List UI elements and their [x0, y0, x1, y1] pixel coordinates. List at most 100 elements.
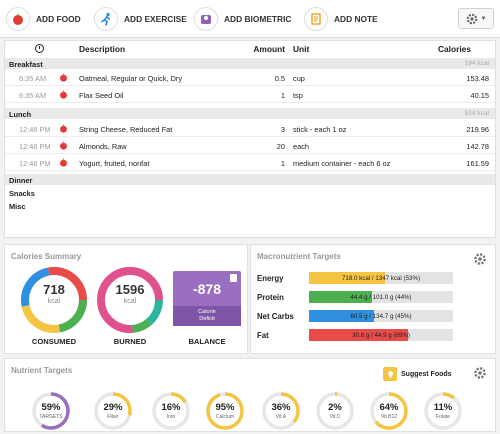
- add-food-label: ADD FOOD: [36, 14, 81, 24]
- apple-icon: [59, 158, 68, 169]
- nutrient-targets-panel: Nutrient Targets Suggest Foods 59% TARGET…: [4, 358, 496, 432]
- chevron-down-icon: ▼: [480, 15, 487, 22]
- macro-name: Net Carbs: [257, 312, 294, 321]
- table-row[interactable]: 12:46 PM Almonds, Raw 20 each 142.78: [5, 138, 495, 154]
- apple-icon: [59, 124, 68, 135]
- food-diary-table: Description Amount Unit Calories Breakfa…: [4, 40, 496, 238]
- nutrient-value: 16%: [161, 402, 181, 413]
- row-amount: 0.5: [274, 74, 285, 83]
- panel-title: Nutrient Targets: [11, 366, 73, 375]
- balance-sub-line-2: Deficit: [199, 316, 215, 322]
- nutrient-ring[interactable]: 2% Vit.C: [315, 391, 355, 431]
- note-icon: [304, 7, 328, 31]
- balance-sub-line-1: Calorie: [198, 309, 216, 315]
- macro-value: 718.0 kcal / 1347 kcal (53%): [341, 274, 421, 282]
- nutrient-label: Iron: [166, 414, 176, 420]
- header-amount: Amount: [253, 44, 285, 54]
- row-time: 6:35 AM: [19, 74, 47, 83]
- table-row[interactable]: 12:46 PM String Cheese, Reduced Fat 3 st…: [5, 121, 495, 137]
- macro-row-net-carbs: Net Carbs 60.5 g / 134.7 g (45%): [257, 310, 491, 323]
- consumed-ring: 718 kcal: [19, 265, 89, 335]
- meal-label: Misc: [9, 201, 26, 211]
- meal-label: Snacks: [9, 188, 35, 198]
- consumed-value: 718: [43, 282, 65, 297]
- nutrient-label: TARGETS: [39, 414, 63, 420]
- row-calories: 219.96: [466, 125, 489, 134]
- add-food-button[interactable]: ADD FOOD: [6, 6, 81, 32]
- macro-value: 60.5 g / 134.7 g (45%): [350, 312, 412, 320]
- apple-icon: [6, 7, 30, 31]
- nutrient-ring[interactable]: 16% Iron: [151, 391, 191, 431]
- suggest-foods-label: Suggest Foods: [401, 370, 452, 378]
- meal-misc[interactable]: Misc: [5, 200, 495, 211]
- nutrient-value: 2%: [328, 402, 342, 413]
- nutrient-ring[interactable]: 64% Vit.B12: [369, 391, 409, 431]
- nutrient-ring[interactable]: 59% TARGETS: [31, 391, 71, 431]
- apple-icon: [59, 141, 68, 152]
- burned-label: BURNED: [113, 337, 147, 346]
- row-unit: each: [293, 142, 310, 151]
- row-description: Flax Seed Oil: [79, 91, 124, 100]
- row-time: 12:46 PM: [19, 125, 51, 134]
- macro-name: Energy: [257, 274, 284, 283]
- row-unit: tsp: [293, 91, 303, 100]
- gear-icon[interactable]: [473, 366, 487, 380]
- macro-row-energy: Energy 718.0 kcal / 1347 kcal (53%): [257, 272, 491, 285]
- suggest-foods-button[interactable]: Suggest Foods: [383, 367, 452, 381]
- meal-dinner[interactable]: Dinner: [5, 174, 495, 185]
- macro-value: 30.8 g / 44.9 g (69%): [352, 331, 410, 339]
- lightbulb-icon: [383, 367, 397, 381]
- nutrient-ring[interactable]: 29% Fiber: [93, 391, 133, 431]
- nutrient-value: 36%: [271, 402, 291, 413]
- row-time: 6:35 AM: [19, 91, 47, 100]
- nutrient-value: 95%: [215, 402, 235, 413]
- meal-kcal: 194 kcal: [464, 60, 489, 67]
- table-row[interactable]: 12:46 PM Yogurt, fruited, nonfat 1 mediu…: [5, 155, 495, 171]
- calories-summary-panel: Calories Summary 718 kcal CONSUMED 1596 …: [4, 244, 248, 354]
- meal-snacks[interactable]: Snacks: [5, 187, 495, 198]
- macro-row-protein: Protein 44.4 g / 101.0 g (44%): [257, 291, 491, 304]
- table-row[interactable]: 6:35 AM Oatmeal, Regular or Quick, Dry 0…: [5, 70, 495, 86]
- row-amount: 3: [280, 125, 285, 134]
- row-calories: 142.78: [466, 142, 489, 151]
- top-toolbar: ADD FOOD ADD EXERCISE ADD BIOMETRIC ADD …: [0, 0, 500, 38]
- meal-label: Breakfast: [9, 59, 43, 69]
- add-exercise-label: ADD EXERCISE: [124, 14, 187, 24]
- macro-row-fat: Fat 30.8 g / 44.9 g (69%): [257, 329, 491, 342]
- diary-header-row: Description Amount Unit Calories: [5, 41, 495, 57]
- nutrient-ring[interactable]: 36% Vit.A: [261, 391, 301, 431]
- meal-lunch[interactable]: Lunch 524 kcal: [5, 108, 495, 119]
- add-biometric-button[interactable]: ADD BIOMETRIC: [194, 6, 291, 32]
- add-note-button[interactable]: ADD NOTE: [304, 6, 378, 32]
- row-description: String Cheese, Reduced Fat: [79, 125, 173, 134]
- row-calories: 40.15: [470, 91, 490, 100]
- balance-label: BALANCE: [188, 337, 226, 346]
- add-note-label: ADD NOTE: [334, 14, 378, 24]
- balance-card[interactable]: -878 Calorie Deficit: [173, 271, 241, 326]
- add-exercise-button[interactable]: ADD EXERCISE: [94, 6, 187, 32]
- nutrient-ring[interactable]: 95% Calcium: [205, 391, 245, 431]
- gear-icon: [466, 13, 477, 24]
- nutrient-ring[interactable]: 11% Folate: [423, 391, 463, 431]
- panel-title: Macronutrient Targets: [257, 252, 341, 261]
- burned-value: 1596: [115, 282, 145, 297]
- nutrient-label: Folate: [436, 414, 450, 420]
- runner-icon: [94, 7, 118, 31]
- row-description: Oatmeal, Regular or Quick, Dry: [79, 74, 183, 83]
- nutrient-label: Calcium: [215, 414, 235, 420]
- nutrient-label: Vit.B12: [380, 414, 398, 420]
- macro-name: Protein: [257, 293, 284, 302]
- meal-breakfast[interactable]: Breakfast 194 kcal: [5, 58, 495, 69]
- settings-dropdown-button[interactable]: ▼: [458, 8, 494, 29]
- nutrient-label: Fiber: [107, 414, 119, 420]
- gear-icon[interactable]: [473, 252, 487, 266]
- balance-value: -878: [192, 281, 222, 297]
- row-amount: 20: [276, 142, 285, 151]
- macro-value: 44.4 g / 101.0 g (44%): [350, 293, 412, 301]
- row-amount: 1: [280, 91, 285, 100]
- row-unit: medium container - each 6 oz: [293, 159, 391, 168]
- consumed-label: CONSUMED: [31, 337, 77, 346]
- table-row[interactable]: 6:35 AM Flax Seed Oil 1 tsp 40.15: [5, 87, 495, 103]
- row-unit: stick - each 1 oz: [293, 125, 347, 134]
- macro-name: Fat: [257, 331, 269, 340]
